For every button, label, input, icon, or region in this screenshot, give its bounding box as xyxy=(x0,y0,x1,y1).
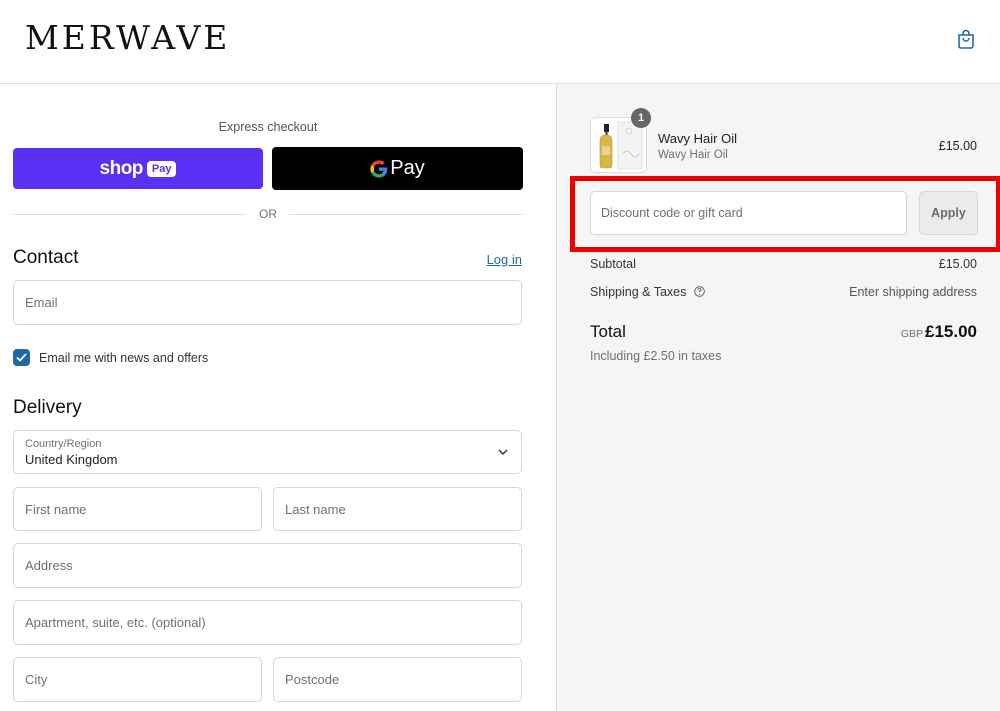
express-divider: OR xyxy=(13,207,523,221)
country-label: Country/Region xyxy=(25,437,102,450)
shipping-value: Enter shipping address xyxy=(849,285,977,299)
product-price: £15.00 xyxy=(938,139,977,153)
shop-pay-badge: Pay xyxy=(146,160,177,177)
help-icon[interactable] xyxy=(694,286,705,297)
quantity-badge: 1 xyxy=(631,108,651,128)
shopping-bag-icon[interactable] xyxy=(957,29,975,49)
google-pay-button[interactable]: Pay xyxy=(272,147,523,190)
city-placeholder: City xyxy=(25,672,48,687)
total-label: Total xyxy=(590,322,626,341)
express-checkout-label: Express checkout xyxy=(218,120,318,134)
header: MERWAVE xyxy=(0,0,1000,84)
email-field[interactable]: Email xyxy=(13,280,522,325)
shipping-label: Shipping & Taxes xyxy=(590,285,687,299)
apartment-field[interactable]: Apartment, suite, etc. (optional) xyxy=(13,600,522,645)
checkmark-icon xyxy=(16,353,27,362)
last-name-field[interactable]: Last name xyxy=(273,487,522,531)
google-pay-wordmark: Pay xyxy=(390,157,425,179)
log-in-link[interactable]: Log in xyxy=(487,252,522,267)
chevron-down-icon xyxy=(498,449,508,455)
divider-line xyxy=(13,214,245,215)
apartment-placeholder: Apartment, suite, etc. (optional) xyxy=(25,615,206,630)
address-field[interactable]: Address xyxy=(13,543,522,588)
shop-pay-button[interactable]: shop Pay xyxy=(13,148,263,189)
shipping-row: Shipping & Taxes xyxy=(590,285,705,299)
total-currency: GBP xyxy=(900,328,923,340)
email-placeholder: Email xyxy=(25,295,58,310)
checkout-form: Express checkout shop Pay Pay OR Contact… xyxy=(0,84,556,711)
apply-discount-button[interactable]: Apply xyxy=(919,191,978,235)
subtotal-label: Subtotal xyxy=(590,257,636,271)
postcode-field[interactable]: Postcode xyxy=(273,657,522,702)
divider-label: OR xyxy=(259,207,277,221)
taxes-note: Including £2.50 in taxes xyxy=(590,349,722,363)
product-name: Wavy Hair Oil xyxy=(658,131,737,146)
divider-line xyxy=(289,214,523,215)
total-value: £15.00 xyxy=(925,322,977,341)
subtotal-value: £15.00 xyxy=(938,257,977,271)
country-value: United Kingdom xyxy=(25,451,118,467)
shop-pay-wordmark: shop xyxy=(99,157,144,179)
order-summary: 1 Wavy Hair Oil Wavy Hair Oil £15.00 Dis… xyxy=(556,84,1000,711)
newsletter-checkbox[interactable] xyxy=(13,349,30,366)
first-name-placeholder: First name xyxy=(25,501,87,517)
country-select[interactable]: Country/Region United Kingdom xyxy=(13,430,522,474)
discount-code-input[interactable]: Discount code or gift card xyxy=(590,191,907,235)
city-field[interactable]: City xyxy=(13,657,262,702)
first-name-field[interactable]: First name xyxy=(13,487,262,531)
newsletter-option[interactable]: Email me with news and offers xyxy=(13,349,208,366)
postcode-placeholder: Postcode xyxy=(285,672,340,687)
store-logo[interactable]: MERWAVE xyxy=(25,18,230,57)
address-placeholder: Address xyxy=(25,558,73,573)
newsletter-label: Email me with news and offers xyxy=(39,350,209,365)
discount-placeholder: Discount code or gift card xyxy=(601,206,743,220)
product-variant: Wavy Hair Oil xyxy=(658,149,728,161)
contact-heading: Contact xyxy=(13,247,79,268)
google-g-icon xyxy=(370,159,388,178)
delivery-heading: Delivery xyxy=(13,397,82,418)
last-name-placeholder: Last name xyxy=(285,501,346,517)
